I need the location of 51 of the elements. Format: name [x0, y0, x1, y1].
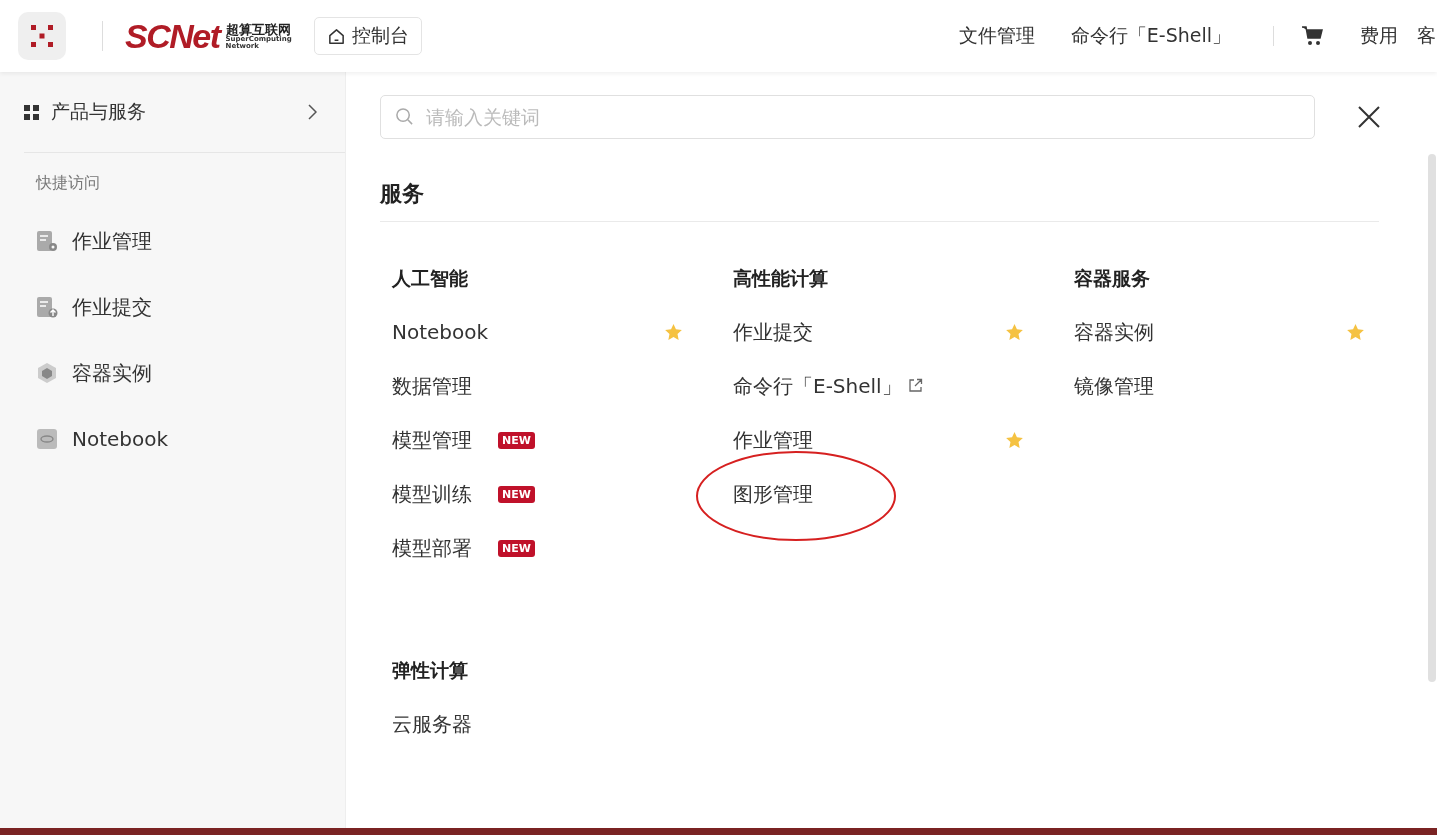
document-gear-icon	[36, 230, 58, 252]
nav-link[interactable]: 费用	[1360, 23, 1398, 49]
notebook-icon	[36, 428, 58, 450]
service-link[interactable]: 镜像管理	[1074, 372, 1154, 400]
logo-wordmark: SCNet	[125, 16, 220, 56]
grid-icon	[24, 104, 39, 120]
nav-link[interactable]: 文件管理	[958, 23, 1035, 49]
service-link[interactable]: 模型管理	[392, 426, 472, 454]
section-title: 服务	[380, 180, 425, 208]
quick-access-item[interactable]: 作业提交	[24, 274, 345, 340]
cart-icon[interactable]	[1302, 26, 1324, 46]
service-link[interactable]: 作业管理	[733, 426, 813, 454]
console-button[interactable]: 控制台	[313, 17, 422, 55]
service-link[interactable]: 模型部署	[392, 534, 472, 562]
group-title: 人工智能	[392, 266, 469, 291]
quick-access-item[interactable]: 容器实例	[24, 340, 345, 406]
search-icon	[395, 107, 414, 126]
app-launcher-button[interactable]	[18, 12, 66, 60]
nav-link[interactable]: 客	[1417, 23, 1437, 49]
quick-access-item[interactable]: Notebook	[24, 406, 345, 472]
nav-link[interactable]: 命令行「E-Shell」	[1070, 23, 1231, 49]
group-title: 容器服务	[1074, 266, 1151, 291]
service-link[interactable]: 作业提交	[733, 318, 813, 346]
new-badge: NEW	[498, 432, 535, 449]
quick-access-item[interactable]: 作业管理	[24, 208, 345, 274]
section-label: 快捷访问	[36, 173, 101, 194]
group-title: 弹性计算	[392, 658, 469, 683]
new-badge: NEW	[498, 540, 535, 557]
logo-title: 超算互联网	[225, 22, 291, 36]
close-icon[interactable]	[1358, 106, 1380, 128]
grid-dots-icon	[31, 25, 53, 47]
cube-icon	[36, 362, 58, 384]
products-menu-item[interactable]: 产品与服务	[24, 72, 345, 153]
search-field[interactable]: 请输入关键词	[380, 95, 1315, 139]
new-badge: NEW	[498, 486, 535, 503]
document-upload-icon	[36, 296, 58, 318]
service-link[interactable]: Notebook	[392, 318, 489, 346]
star-icon[interactable]	[1006, 432, 1023, 448]
service-link[interactable]: 图形管理	[733, 480, 813, 508]
service-link[interactable]: 云服务器	[392, 710, 472, 738]
star-icon[interactable]	[1006, 324, 1023, 340]
star-icon[interactable]	[665, 324, 682, 340]
service-link[interactable]: 模型训练	[392, 480, 472, 508]
chevron-right-icon	[308, 104, 317, 120]
scrollbar-thumb[interactable]	[1428, 154, 1436, 682]
service-link[interactable]: 数据管理	[392, 372, 472, 400]
home-icon	[326, 26, 346, 46]
service-link[interactable]: 命令行「E-Shell」	[733, 372, 902, 400]
group-title: 高性能计算	[733, 266, 829, 291]
star-icon[interactable]	[1347, 324, 1364, 340]
service-link[interactable]: 容器实例	[1074, 318, 1154, 346]
